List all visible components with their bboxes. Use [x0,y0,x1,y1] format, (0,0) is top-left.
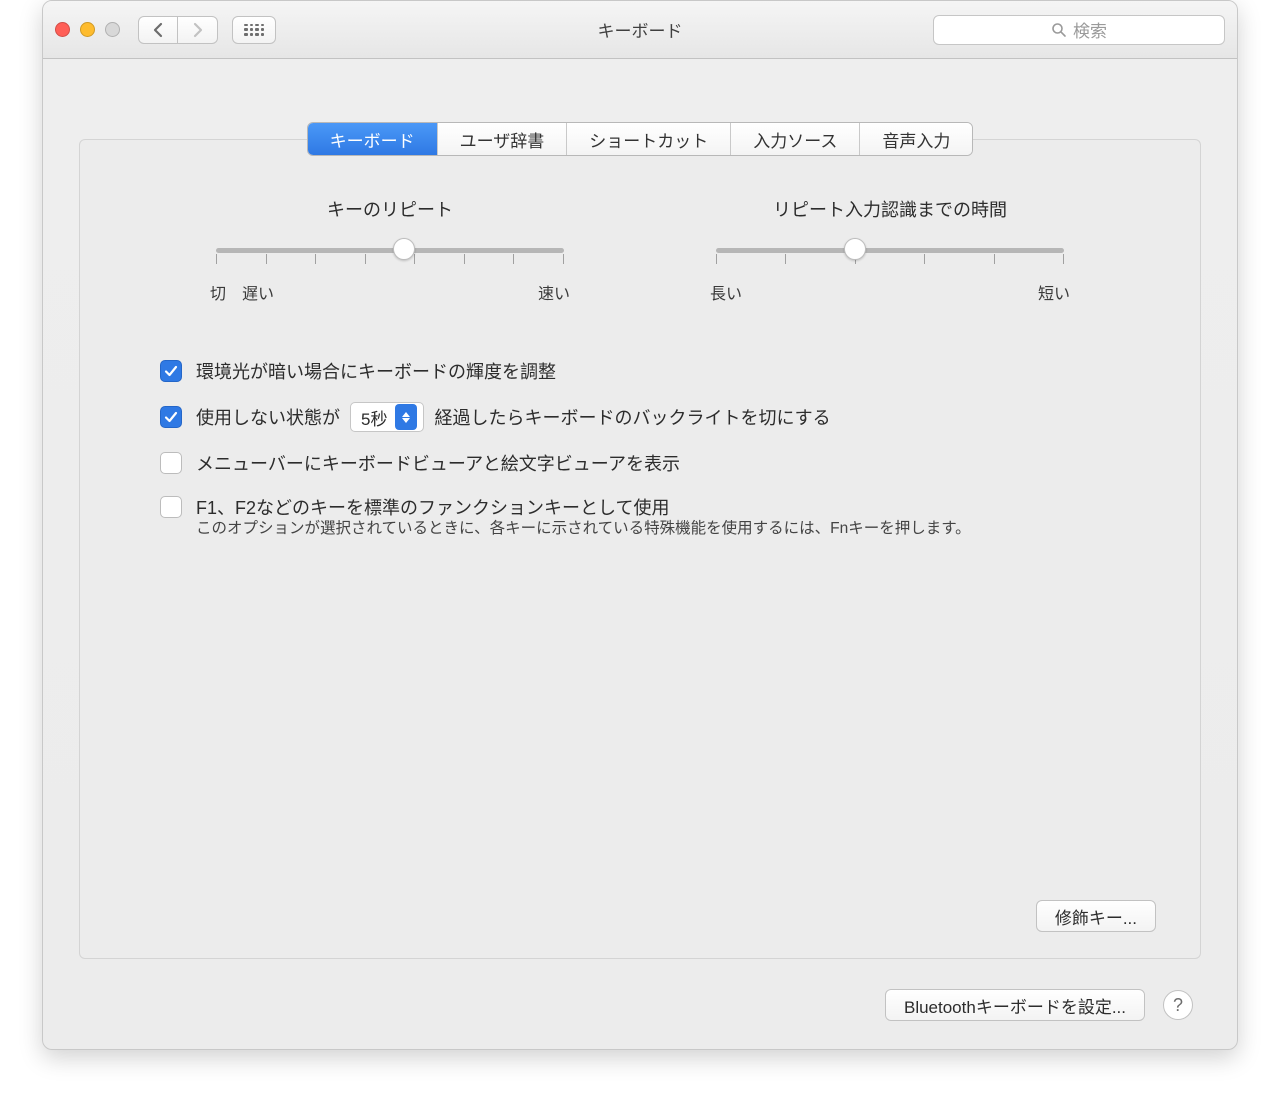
help-icon: ? [1173,995,1183,1016]
tab-shortcuts[interactable]: ショートカット [567,123,731,155]
search-icon [1051,22,1067,38]
slider-labels: 長い 短い [710,280,1070,304]
key-repeat-title: キーのリピート [210,196,570,222]
preferences-window: キーボード 検索 キーボード ユーザ辞書 ショートカット 入力ソース 音声入力 … [42,0,1238,1050]
option-viewer: メニューバーにキーボードビューアと絵文字ビューアを表示 [160,450,1130,476]
slider-labels: 切 遅い 速い [210,280,570,304]
tab-input-sources[interactable]: 入力ソース [731,123,860,155]
tab-keyboard[interactable]: キーボード [308,123,438,155]
select-value: 5秒 [361,405,387,430]
fn-checkbox[interactable] [160,496,182,518]
slider-ticks [216,254,564,264]
check-icon [164,410,178,424]
backlight-delay-select[interactable]: 5秒 [350,402,424,432]
check-icon [164,364,178,378]
delay-slider[interactable] [716,240,1064,270]
label-fast: 速い [538,280,570,304]
close-button[interactable] [55,22,70,37]
viewer-label: メニューバーにキーボードビューアと絵文字ビューアを表示 [196,450,680,476]
modifier-keys-button[interactable]: 修飾キー... [1036,900,1156,932]
back-button[interactable] [138,16,178,44]
delay-title: リピート入力認識までの時間 [710,196,1070,222]
nav-buttons [138,16,218,44]
search-input[interactable]: 検索 [933,15,1225,45]
backlight-checkbox[interactable] [160,406,182,428]
brightness-label: 環境光が暗い場合にキーボードの輝度を調整 [196,358,556,384]
backlight-prefix: 使用しない状態が [196,404,340,430]
modifier-button-wrap: 修飾キー... [1036,900,1156,932]
tab-dictation[interactable]: 音声入力 [860,123,972,155]
slider-ticks [716,254,1064,264]
brightness-checkbox[interactable] [160,360,182,382]
label-short: 短い [1038,280,1070,304]
delay-block: リピート入力認識までの時間 長い 短い [710,196,1070,304]
options: 環境光が暗い場合にキーボードの輝度を調整 使用しない状態が 5秒 経過したらキー… [160,358,1130,538]
bottom-row: Bluetoothキーボードを設定... ? [885,989,1193,1021]
content: キーボード ユーザ辞書 ショートカット 入力ソース 音声入力 キーのリピート [43,59,1237,959]
slider-track [216,248,564,253]
viewer-checkbox[interactable] [160,452,182,474]
sliders: キーのリピート 切 遅い 速い [150,196,1130,304]
search-placeholder: 検索 [1073,17,1107,42]
slider-knob[interactable] [393,238,415,260]
traffic-lights [55,22,120,37]
tab-label: ユーザ辞書 [460,127,545,152]
zoom-button [105,22,120,37]
option-backlight-off: 使用しない状態が 5秒 経過したらキーボードのバックライトを切にする [160,402,1130,432]
tab-user-dictionary[interactable]: ユーザ辞書 [438,123,568,155]
option-brightness: 環境光が暗い場合にキーボードの輝度を調整 [160,358,1130,384]
tab-label: 音声入力 [882,127,950,152]
label-slow: 遅い [242,280,274,304]
button-label: 修飾キー... [1055,904,1137,929]
stepper-arrows-icon [395,404,417,430]
titlebar: キーボード 検索 [43,1,1237,59]
button-label: Bluetoothキーボードを設定... [904,993,1126,1018]
show-all-button[interactable] [232,16,276,44]
fn-description: このオプションが選択されているときに、各キーに示されている特殊機能を使用するには… [196,516,1130,538]
help-button[interactable]: ? [1163,990,1193,1020]
slider-knob[interactable] [844,238,866,260]
key-repeat-block: キーのリピート 切 遅い 速い [210,196,570,304]
backlight-suffix: 経過したらキーボードのバックライトを切にする [434,404,830,430]
tab-label: 入力ソース [753,127,837,152]
tab-label: キーボード [330,127,415,152]
tab-label: ショートカット [589,127,708,152]
slider-track [716,248,1064,253]
key-repeat-slider[interactable] [216,240,564,270]
chevron-right-icon [192,22,204,38]
label-off: 切 [210,280,226,304]
label-long: 長い [710,280,742,304]
forward-button[interactable] [178,16,218,44]
tabs-container: キーボード ユーザ辞書 ショートカット 入力ソース 音声入力 [79,122,1201,156]
panel: キーのリピート 切 遅い 速い [79,139,1201,959]
bluetooth-setup-button[interactable]: Bluetoothキーボードを設定... [885,989,1145,1021]
tabs: キーボード ユーザ辞書 ショートカット 入力ソース 音声入力 [307,122,974,156]
grid-icon [244,24,264,36]
chevron-left-icon [152,22,164,38]
minimize-button[interactable] [80,22,95,37]
